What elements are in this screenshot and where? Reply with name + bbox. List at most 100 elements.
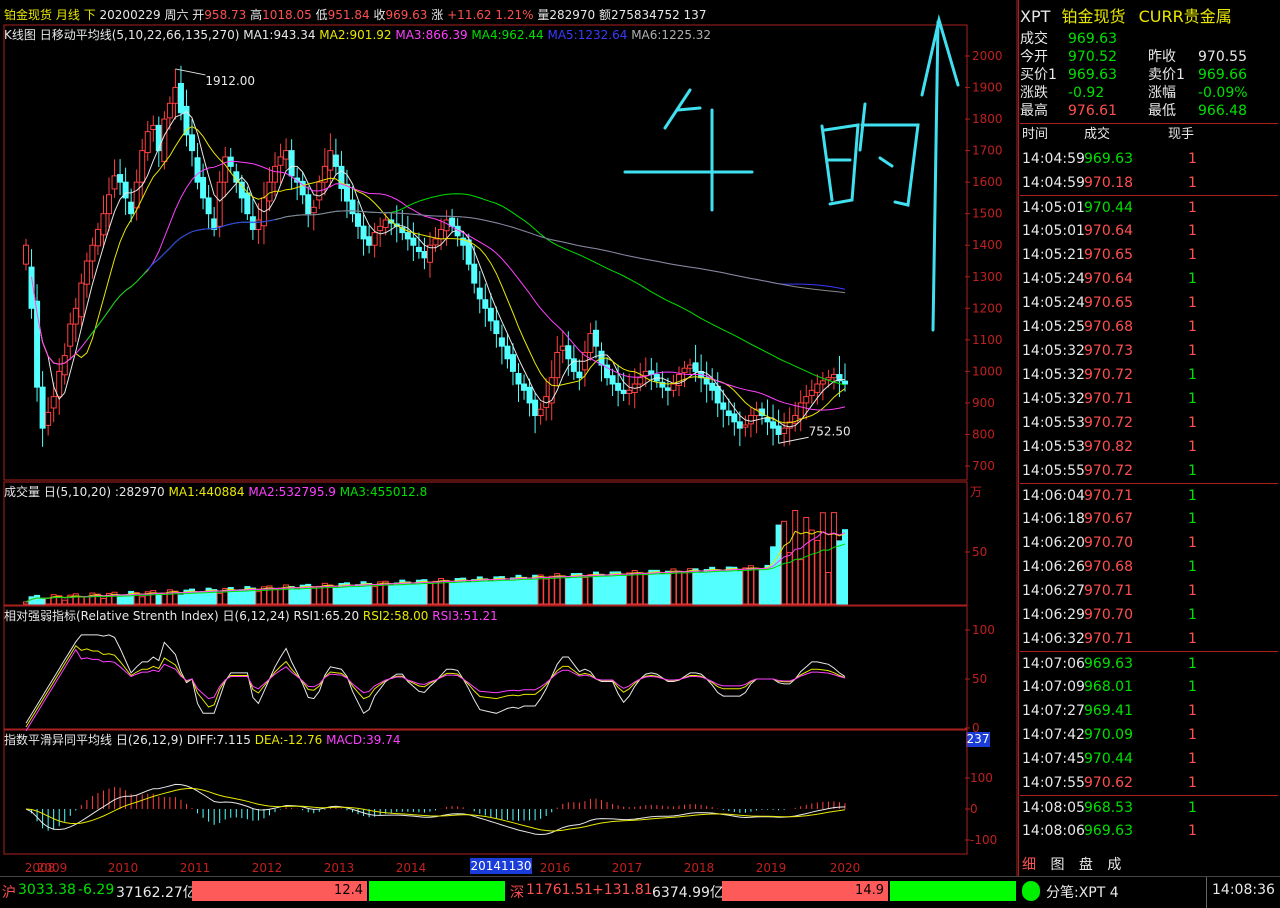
volume-bar — [61, 599, 68, 605]
tick-row[interactable]: 14:07:09 968.01 1 — [1020, 675, 1278, 699]
tick-time: 14:07:09 — [1022, 679, 1085, 695]
volume-bar — [366, 582, 373, 605]
tick-row[interactable]: 14:07:27 969.41 1 — [1020, 699, 1278, 723]
volume-bar — [39, 598, 46, 605]
tab-book[interactable]: 盘 — [1079, 857, 1093, 873]
tick-row[interactable]: 14:05:01 970.44 1 — [1020, 195, 1278, 220]
tab-chart[interactable]: 图 — [1050, 857, 1064, 873]
sh-bar-green — [369, 881, 505, 901]
connection-indicator[interactable] — [1022, 881, 1040, 901]
tick-row[interactable]: 14:07:45 970.44 1 — [1020, 747, 1278, 771]
tick-row[interactable]: 14:05:21 970.65 1 — [1020, 243, 1278, 267]
volume-bar — [482, 578, 489, 605]
candle-body — [830, 374, 837, 379]
tick-price: 968.01 — [1084, 679, 1133, 695]
rsi-line-1 — [25, 634, 846, 724]
volume-bar — [598, 573, 605, 605]
tick-price: 970.65 — [1084, 247, 1133, 263]
candle-body — [421, 251, 428, 259]
tick-row[interactable]: 14:05:32 970.71 1 — [1020, 387, 1278, 411]
candle-body — [487, 307, 494, 322]
volume-bar — [819, 512, 826, 605]
tick-row[interactable]: 14:06:18 970.67 1 — [1020, 507, 1278, 531]
tick-row[interactable]: 14:05:53 970.72 1 — [1020, 411, 1278, 435]
tick-price: 969.63 — [1084, 823, 1133, 839]
volume-bar — [653, 569, 660, 605]
tick-time: 14:07:27 — [1022, 703, 1085, 719]
tick-qty: 1 — [1188, 463, 1197, 479]
x-tick-label: 2011 — [180, 861, 211, 875]
candle-body — [747, 415, 754, 425]
price-tick-label: 1600 — [972, 175, 1003, 189]
sh-index[interactable]: 3033.38 — [18, 882, 76, 898]
tick-price: 970.71 — [1084, 391, 1133, 407]
tick-qty: 1 — [1188, 800, 1197, 816]
tick-row[interactable]: 14:05:24 970.64 1 — [1020, 267, 1278, 291]
tick-time: 14:06:32 — [1022, 631, 1085, 647]
volume-bar — [216, 592, 223, 605]
candle-body — [377, 225, 384, 232]
candle-body — [332, 154, 339, 167]
quote-row: 成交 969.63 — [1020, 30, 1278, 48]
tick-time: 14:05:53 — [1022, 439, 1085, 455]
volume-bar — [238, 589, 245, 605]
volume-bar — [731, 566, 738, 605]
tick-row[interactable]: 14:07:55 970.62 1 — [1020, 771, 1278, 795]
price-tick-label: 1300 — [972, 270, 1003, 284]
tick-row[interactable]: 14:05:01 970.64 1 — [1020, 219, 1278, 243]
tick-row[interactable]: 14:05:32 970.73 1 — [1020, 339, 1278, 363]
candle-body — [515, 373, 522, 385]
quote-row-label: 涨跌 — [1020, 85, 1048, 101]
tick-row[interactable]: 14:06:32 970.71 1 — [1020, 627, 1278, 651]
candle-body — [327, 150, 334, 171]
status-bar: 沪 3033.38 -6.29 37162.27亿 12.4 深 11761.5… — [0, 876, 1280, 908]
quote-row-value-2: 969.66 — [1198, 67, 1247, 83]
tick-row[interactable]: 14:04:59 969.63 1 — [1020, 147, 1278, 171]
tick-row[interactable]: 14:05:55 970.72 1 — [1020, 459, 1278, 483]
tick-row[interactable]: 14:06:27 970.71 1 — [1020, 579, 1278, 603]
tick-row[interactable]: 14:06:29 970.70 1 — [1020, 603, 1278, 627]
tick-row[interactable]: 14:07:42 970.09 1 — [1020, 723, 1278, 747]
volume-bar — [559, 575, 566, 605]
volume-bar — [703, 569, 710, 605]
candle-body — [554, 351, 561, 379]
tick-time: 14:06:26 — [1022, 559, 1085, 575]
candle-body — [709, 382, 716, 391]
quote-row-value: 969.63 — [1068, 67, 1117, 83]
tick-row[interactable]: 14:08:05 968.53 1 — [1020, 795, 1278, 820]
candle-body — [687, 364, 694, 369]
tick-row[interactable]: 14:06:04 970.71 1 — [1020, 483, 1278, 508]
sh-bar-value: 12.4 — [334, 883, 363, 898]
fenbi-label[interactable]: 分笔:XPT 4 — [1046, 882, 1119, 902]
quote-row-label-2: 涨幅 — [1148, 85, 1176, 101]
candle-body — [39, 386, 46, 429]
tick-row[interactable]: 14:05:25 970.68 1 — [1020, 315, 1278, 339]
tab-trades[interactable]: 成 — [1107, 857, 1121, 873]
tick-row[interactable]: 14:05:53 970.82 1 — [1020, 435, 1278, 459]
tick-row[interactable]: 14:08:06 969.63 1 — [1020, 819, 1278, 843]
volume-bar — [631, 570, 638, 605]
sz-bar-value: 14.9 — [855, 883, 884, 898]
tick-row[interactable]: 14:05:32 970.72 1 — [1020, 363, 1278, 387]
tick-row[interactable]: 14:04:59 970.18 1 — [1020, 171, 1278, 195]
tick-row[interactable]: 14:06:20 970.70 1 — [1020, 531, 1278, 555]
volume-bar — [349, 586, 356, 605]
candle-body — [438, 228, 445, 240]
tick-row[interactable]: 14:05:24 970.65 1 — [1020, 291, 1278, 315]
volume-bar — [664, 570, 671, 605]
sz-index[interactable]: 11761.51 — [526, 882, 593, 898]
volume-bar — [747, 565, 754, 605]
volume-bar — [194, 592, 201, 605]
volume-bar — [548, 575, 555, 605]
sz-amount: 6374.99亿 — [652, 885, 724, 901]
tick-row[interactable]: 14:06:26 970.68 1 — [1020, 555, 1278, 579]
chart-area[interactable]: 50万 050100 1000-100 70080090010001100120… — [0, 0, 1018, 876]
tab-detail[interactable]: 细 — [1022, 857, 1036, 873]
candle-body — [493, 320, 500, 335]
candle-body — [615, 382, 622, 391]
tick-row[interactable]: 14:07:06 969.63 1 — [1020, 651, 1278, 676]
candle-body — [100, 213, 107, 236]
candle-body — [277, 156, 284, 166]
tick-qty: 1 — [1188, 535, 1197, 551]
volume-bar — [45, 597, 52, 605]
